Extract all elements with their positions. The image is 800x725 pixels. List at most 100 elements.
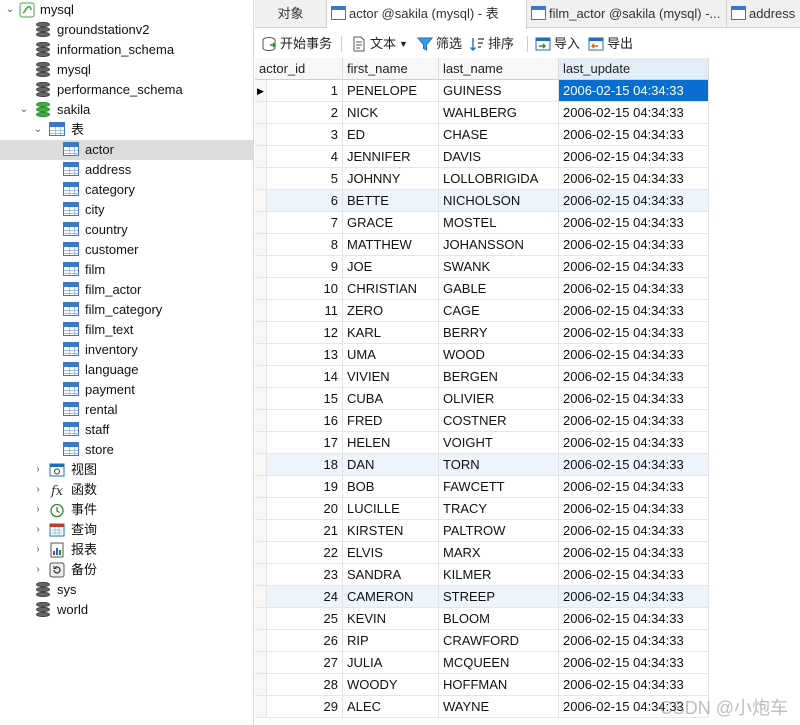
cell-last_name[interactable]: WAYNE [439, 696, 559, 718]
cell-last_update[interactable]: 2006-02-15 04:34:33 [559, 388, 709, 410]
cell-first_name[interactable]: RIP [343, 630, 439, 652]
row-marker[interactable] [255, 278, 267, 300]
cell-last_name[interactable]: GUINESS [439, 80, 559, 102]
cell-last_update[interactable]: 2006-02-15 04:34:33 [559, 608, 709, 630]
row-marker[interactable] [255, 344, 267, 366]
table-row[interactable]: 15 CUBA OLIVIER 2006-02-15 04:34:33 [255, 388, 709, 410]
cell-first_name[interactable]: WOODY [343, 674, 439, 696]
table-row[interactable]: 20 LUCILLE TRACY 2006-02-15 04:34:33 [255, 498, 709, 520]
cell-last_update[interactable]: 2006-02-15 04:34:33 [559, 124, 709, 146]
cell-last_update[interactable]: 2006-02-15 04:34:33 [559, 300, 709, 322]
row-marker[interactable] [255, 388, 267, 410]
table-row[interactable]: 13 UMA WOOD 2006-02-15 04:34:33 [255, 344, 709, 366]
table-row[interactable]: 6 BETTE NICHOLSON 2006-02-15 04:34:33 [255, 190, 709, 212]
cell-actor_id[interactable]: 12 [267, 322, 343, 344]
cell-actor_id[interactable]: 2 [267, 102, 343, 124]
row-marker[interactable] [255, 542, 267, 564]
cell-first_name[interactable]: SANDRA [343, 564, 439, 586]
cell-actor_id[interactable]: 28 [267, 674, 343, 696]
chevron-down-icon[interactable]: ⌄ [32, 120, 44, 140]
row-marker[interactable] [255, 300, 267, 322]
cell-last_name[interactable]: CHASE [439, 124, 559, 146]
table-row[interactable]: 2 NICK WAHLBERG 2006-02-15 04:34:33 [255, 102, 709, 124]
cell-last_name[interactable]: COSTNER [439, 410, 559, 432]
cell-last_name[interactable]: SWANK [439, 256, 559, 278]
cell-last_name[interactable]: MCQUEEN [439, 652, 559, 674]
table-row[interactable]: 27 JULIA MCQUEEN 2006-02-15 04:34:33 [255, 652, 709, 674]
chevron-right-icon[interactable]: › [32, 520, 44, 540]
cell-actor_id[interactable]: 5 [267, 168, 343, 190]
table-row[interactable]: 25 KEVIN BLOOM 2006-02-15 04:34:33 [255, 608, 709, 630]
tree-table-country[interactable]: country [0, 220, 253, 240]
table-row[interactable]: 26 RIP CRAWFORD 2006-02-15 04:34:33 [255, 630, 709, 652]
row-marker[interactable] [255, 432, 267, 454]
table-row[interactable]: 7 GRACE MOSTEL 2006-02-15 04:34:33 [255, 212, 709, 234]
cell-last_update[interactable]: 2006-02-15 04:34:33 [559, 168, 709, 190]
cell-last_update[interactable]: 2006-02-15 04:34:33 [559, 102, 709, 124]
table-row[interactable]: 9 JOE SWANK 2006-02-15 04:34:33 [255, 256, 709, 278]
table-row[interactable]: 17 HELEN VOIGHT 2006-02-15 04:34:33 [255, 432, 709, 454]
cell-actor_id[interactable]: 19 [267, 476, 343, 498]
cell-actor_id[interactable]: 7 [267, 212, 343, 234]
cell-first_name[interactable]: KEVIN [343, 608, 439, 630]
table-row[interactable]: 12 KARL BERRY 2006-02-15 04:34:33 [255, 322, 709, 344]
cell-last_name[interactable]: FAWCETT [439, 476, 559, 498]
cell-actor_id[interactable]: 13 [267, 344, 343, 366]
cell-actor_id[interactable]: 20 [267, 498, 343, 520]
text-view-button[interactable]: 文本 ▼ [351, 34, 409, 54]
cell-first_name[interactable]: KIRSTEN [343, 520, 439, 542]
tree-table-address[interactable]: address [0, 160, 253, 180]
table-row[interactable]: 14 VIVIEN BERGEN 2006-02-15 04:34:33 [255, 366, 709, 388]
tree-table-film_actor[interactable]: film_actor [0, 280, 253, 300]
row-marker[interactable] [255, 322, 267, 344]
chevron-right-icon[interactable]: › [32, 540, 44, 560]
table-row[interactable]: 19 BOB FAWCETT 2006-02-15 04:34:33 [255, 476, 709, 498]
table-row[interactable]: 21 KIRSTEN PALTROW 2006-02-15 04:34:33 [255, 520, 709, 542]
cell-first_name[interactable]: ED [343, 124, 439, 146]
cell-actor_id[interactable]: 26 [267, 630, 343, 652]
tree-table-inventory[interactable]: inventory [0, 340, 253, 360]
row-marker[interactable] [255, 520, 267, 542]
cell-last_name[interactable]: CAGE [439, 300, 559, 322]
tree-table-rental[interactable]: rental [0, 400, 253, 420]
cell-last_name[interactable]: BLOOM [439, 608, 559, 630]
cell-actor_id[interactable]: 3 [267, 124, 343, 146]
tree-folder-view[interactable]: › 视图 [0, 460, 253, 480]
tree-table-film[interactable]: film [0, 260, 253, 280]
cell-last_update[interactable]: 2006-02-15 04:34:33 [559, 586, 709, 608]
column-header-first_name[interactable]: first_name [343, 58, 439, 80]
cell-first_name[interactable]: CHRISTIAN [343, 278, 439, 300]
tab-objects[interactable]: 对象 [255, 0, 327, 28]
tree-folder-report[interactable]: › 报表 [0, 540, 253, 560]
cell-last_update[interactable]: 2006-02-15 04:34:33 [559, 630, 709, 652]
cell-last_name[interactable]: PALTROW [439, 520, 559, 542]
cell-actor_id[interactable]: 15 [267, 388, 343, 410]
chevron-down-icon[interactable]: ⌄ [4, 0, 16, 20]
cell-actor_id[interactable]: 14 [267, 366, 343, 388]
cell-last_name[interactable]: KILMER [439, 564, 559, 586]
tab-actor-table[interactable]: actor @sakila (mysql) - 表 [327, 0, 527, 29]
cell-last_update[interactable]: 2006-02-15 04:34:33 [559, 476, 709, 498]
tree-table-film_category[interactable]: film_category [0, 300, 253, 320]
cell-first_name[interactable]: JENNIFER [343, 146, 439, 168]
cell-actor_id[interactable]: 25 [267, 608, 343, 630]
tree-folder-query[interactable]: › 查询 [0, 520, 253, 540]
cell-last_update[interactable]: 2006-02-15 04:34:33 [559, 454, 709, 476]
cell-first_name[interactable]: NICK [343, 102, 439, 124]
cell-last_update[interactable]: 2006-02-15 04:34:33 [559, 212, 709, 234]
cell-last_name[interactable]: MOSTEL [439, 212, 559, 234]
cell-last_name[interactable]: JOHANSSON [439, 234, 559, 256]
cell-actor_id[interactable]: 17 [267, 432, 343, 454]
table-row[interactable]: 18 DAN TORN 2006-02-15 04:34:33 [255, 454, 709, 476]
cell-last_update[interactable]: 2006-02-15 04:34:33 [559, 564, 709, 586]
cell-actor_id[interactable]: 18 [267, 454, 343, 476]
chevron-right-icon[interactable]: › [32, 460, 44, 480]
cell-last_update[interactable]: 2006-02-15 04:34:33 [559, 322, 709, 344]
cell-actor_id[interactable]: 1 [267, 80, 343, 102]
tree-table-actor[interactable]: actor [0, 140, 253, 160]
cell-first_name[interactable]: DAN [343, 454, 439, 476]
cell-actor_id[interactable]: 9 [267, 256, 343, 278]
cell-actor_id[interactable]: 29 [267, 696, 343, 718]
cell-first_name[interactable]: FRED [343, 410, 439, 432]
cell-last_name[interactable]: HOFFMAN [439, 674, 559, 696]
